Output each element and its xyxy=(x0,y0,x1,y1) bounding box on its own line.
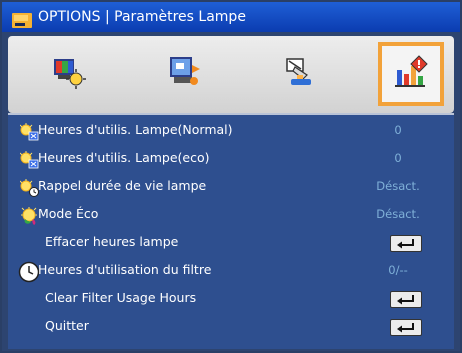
setup-settings-icon xyxy=(281,55,317,93)
tab-display[interactable] xyxy=(151,42,217,106)
row-label: Heures d'utilisation du filtre xyxy=(38,262,212,277)
enter-key-icon[interactable] xyxy=(390,235,422,252)
title-bar: OPTIONS | Paramètres Lampe xyxy=(2,2,460,32)
window-title: OPTIONS | Paramètres Lampe xyxy=(38,9,246,25)
row-filter-hours[interactable]: Heures d'utilisation du filtre 0/-- xyxy=(8,258,454,286)
display-settings-icon xyxy=(166,55,202,93)
tab-strip xyxy=(8,36,454,113)
row-quit[interactable]: Quitter xyxy=(8,314,454,342)
row-value: Désact. xyxy=(376,207,420,221)
enter-key-icon[interactable] xyxy=(390,291,422,308)
row-value: 0/-- xyxy=(388,263,408,277)
picture-settings-icon xyxy=(52,55,86,93)
row-label: Heures d'utilis. Lampe(Normal) xyxy=(38,122,233,137)
row-label: Mode Éco xyxy=(38,206,99,221)
tab-picture[interactable] xyxy=(36,42,102,106)
row-label: Clear Filter Usage Hours xyxy=(45,290,197,305)
tab-options[interactable] xyxy=(378,42,444,106)
row-label: Heures d'utilis. Lampe(eco) xyxy=(38,150,210,165)
lamp-hours-icon xyxy=(19,123,40,141)
row-label: Effacer heures lampe xyxy=(45,234,179,249)
row-lamp-reminder[interactable]: Rappel durée de vie lampe Désact. xyxy=(8,174,454,202)
clock-icon xyxy=(18,261,40,283)
lamp-eco-hours-icon xyxy=(19,151,40,169)
lamp-reminder-icon xyxy=(19,179,40,197)
row-value: Désact. xyxy=(376,179,420,193)
row-label: Quitter xyxy=(45,318,89,333)
row-lamp-hours-eco[interactable]: Heures d'utilis. Lampe(eco) 0 xyxy=(8,146,454,174)
eco-mode-icon xyxy=(20,207,40,225)
tab-setup[interactable] xyxy=(266,42,332,106)
row-reset-lamp-hours[interactable]: Effacer heures lampe xyxy=(8,230,454,258)
menu-icon xyxy=(12,9,32,28)
row-clear-filter-hours[interactable]: Clear Filter Usage Hours xyxy=(8,286,454,314)
row-eco-mode[interactable]: Mode Éco Désact. xyxy=(8,202,454,230)
osd-menu: OPTIONS | Paramètres Lampe Heures d'util… xyxy=(0,0,462,353)
row-value: 0 xyxy=(394,151,402,165)
row-label: Rappel durée de vie lampe xyxy=(38,178,207,193)
row-lamp-hours-normal[interactable]: Heures d'utilis. Lampe(Normal) 0 xyxy=(8,118,454,146)
row-value: 0 xyxy=(394,123,402,137)
enter-key-icon[interactable] xyxy=(390,319,422,336)
options-settings-icon xyxy=(393,54,429,94)
settings-list: Heures d'utilis. Lampe(Normal) 0 Heures … xyxy=(8,113,454,349)
